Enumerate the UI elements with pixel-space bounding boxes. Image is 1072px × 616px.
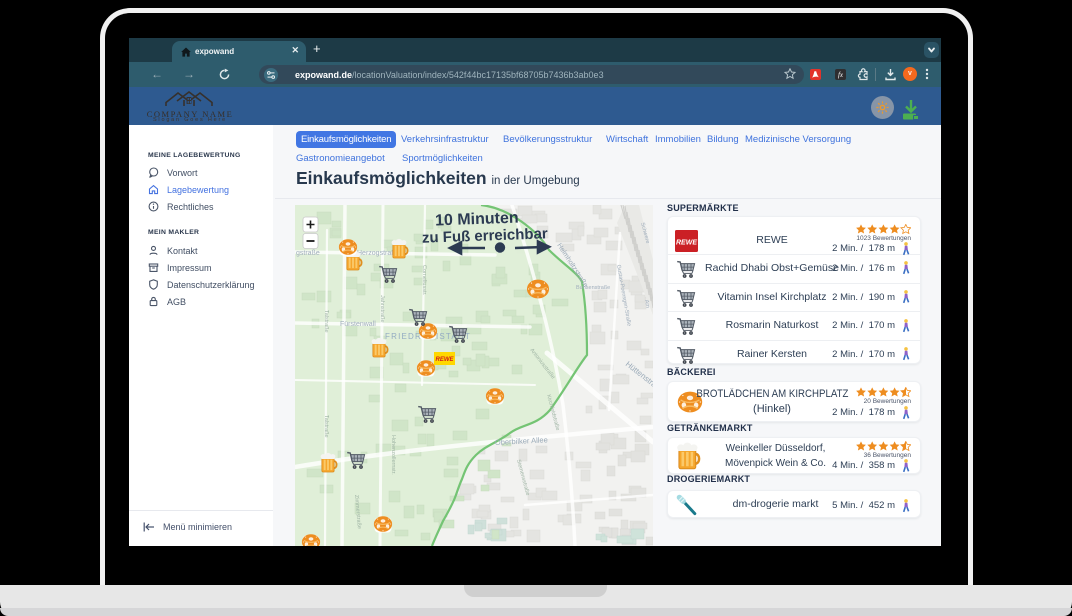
svg-text:REWE: REWE: [436, 357, 455, 363]
svg-text:Jahnstraße: Jahnstraße: [379, 295, 385, 323]
svg-text:Talstraße: Talstraße: [323, 310, 329, 333]
svg-text:Talstraße: Talstraße: [323, 415, 329, 438]
svg-text:Fürstenwall: Fürstenwall: [340, 321, 376, 328]
svg-text:fx: fx: [838, 71, 844, 79]
svg-text:Bunsenstraße: Bunsenstraße: [576, 285, 610, 291]
svg-text:Corneliusstr.: Corneliusstr.: [421, 265, 427, 296]
svg-text:Hohenzollernstr.: Hohenzollernstr.: [390, 435, 396, 475]
svg-text:gstraße: gstraße: [296, 250, 320, 257]
